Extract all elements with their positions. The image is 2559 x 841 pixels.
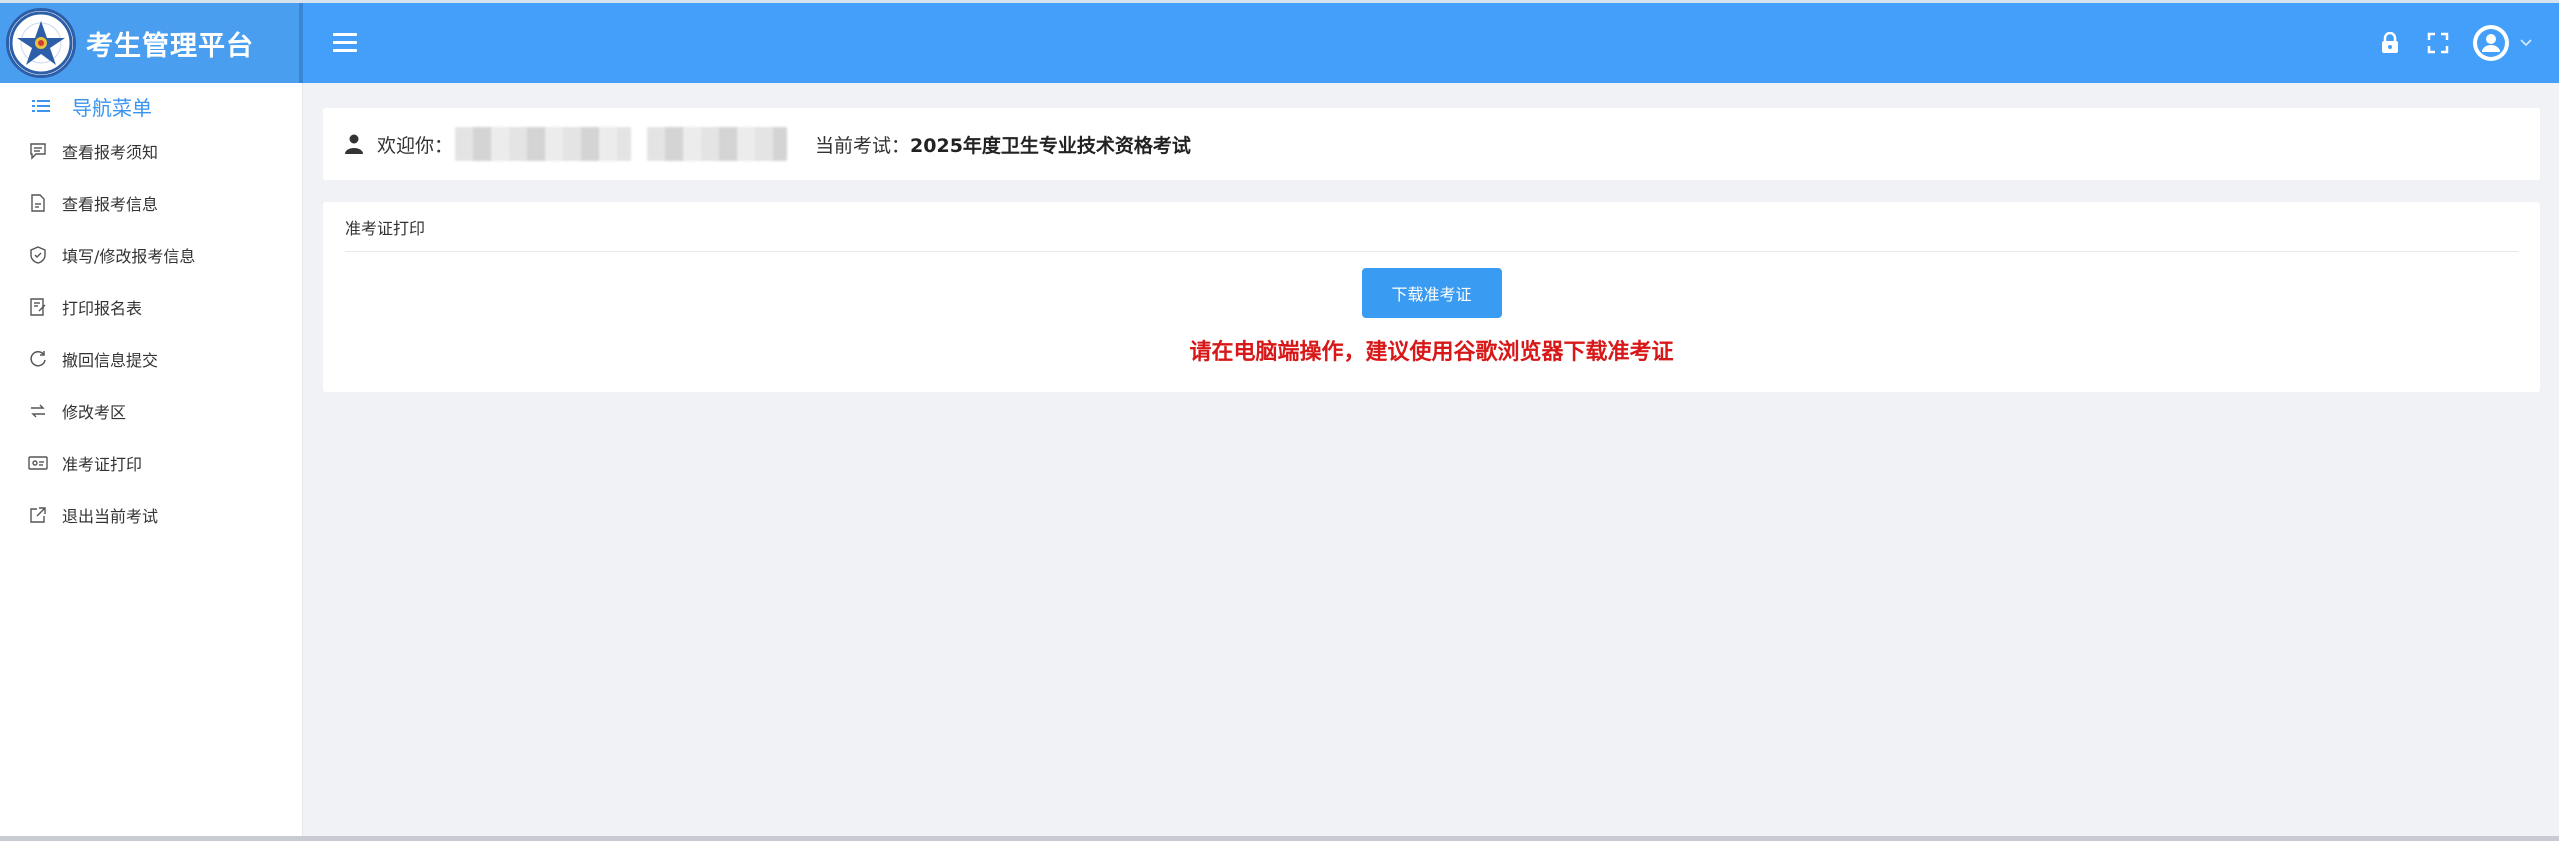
lock-icon[interactable] xyxy=(2377,30,2403,56)
header-actions xyxy=(2377,3,2533,83)
message-icon xyxy=(28,141,48,161)
list-icon xyxy=(32,94,52,118)
refresh-icon xyxy=(28,349,48,369)
current-exam-label: 当前考试： xyxy=(815,134,911,157)
sidebar-item-label: 查看报考信息 xyxy=(62,195,159,214)
sidebar-item-label: 查看报考须知 xyxy=(62,143,159,162)
sidebar-item-label: 修改考区 xyxy=(62,403,127,422)
user-id-redacted xyxy=(647,127,788,161)
sidebar-item-print-form[interactable]: 打印报名表 xyxy=(0,281,302,333)
app-root: 考生管理平台 导航菜单 查看报考须知 查看报考信息 填写/修改报考信息 打印报名… xyxy=(0,0,2559,841)
switch-icon xyxy=(28,401,48,421)
top-header: 考生管理平台 xyxy=(0,0,2559,83)
greeting-label: 欢迎你： xyxy=(377,134,454,157)
logo xyxy=(6,8,76,78)
nav-title-label: 导航菜单 xyxy=(72,95,152,120)
sidebar-item-view-info[interactable]: 查看报考信息 xyxy=(0,177,302,229)
download-ticket-button[interactable]: 下载准考证 xyxy=(1361,268,1502,318)
sidebar-item-admission-ticket[interactable]: 准考证打印 xyxy=(0,437,302,489)
sidebar-item-label: 退出当前考试 xyxy=(62,507,159,526)
browser-warning: 请在电脑端操作，建议使用谷歌浏览器下载准考证 xyxy=(1189,340,1674,365)
id-card-icon xyxy=(28,453,48,473)
menu-toggle-icon[interactable] xyxy=(333,33,359,53)
sidebar-item-label: 打印报名表 xyxy=(62,299,143,318)
nav-title: 导航菜单 xyxy=(0,87,302,125)
sidebar-item-withdraw[interactable]: 撤回信息提交 xyxy=(0,333,302,385)
user-avatar-icon[interactable] xyxy=(2473,25,2509,61)
sidebar-item-label: 填写/修改报考信息 xyxy=(62,247,196,266)
document-icon xyxy=(28,193,48,213)
card-title: 准考证打印 xyxy=(345,202,2518,252)
bottom-border xyxy=(0,836,2559,841)
sidebar-item-edit-info[interactable]: 填写/修改报考信息 xyxy=(0,229,302,281)
admission-ticket-card: 准考证打印 下载准考证 请在电脑端操作，建议使用谷歌浏览器下载准考证 xyxy=(323,202,2540,392)
main-content: 欢迎你： 当前考试： 2025年度卫生专业技术资格考试 准考证打印 下载准考证 … xyxy=(323,108,2540,392)
welcome-card: 欢迎你： 当前考试： 2025年度卫生专业技术资格考试 xyxy=(323,108,2540,180)
shield-check-icon xyxy=(28,245,48,265)
sidebar-item-notice[interactable]: 查看报考须知 xyxy=(0,125,302,177)
exit-icon xyxy=(28,505,48,525)
sidebar-item-label: 准考证打印 xyxy=(62,455,143,474)
current-exam-name: 2025年度卫生专业技术资格考试 xyxy=(910,134,1191,157)
brand-title: 考生管理平台 xyxy=(86,30,254,62)
fullscreen-icon[interactable] xyxy=(2425,30,2451,56)
user-name-redacted xyxy=(455,127,632,161)
user-icon xyxy=(345,134,363,154)
sidebar-item-label: 撤回信息提交 xyxy=(62,351,159,370)
sidebar-item-change-area[interactable]: 修改考区 xyxy=(0,385,302,437)
sidebar: 导航菜单 查看报考须知 查看报考信息 填写/修改报考信息 打印报名表 撤回信息提… xyxy=(0,83,303,841)
brand: 考生管理平台 xyxy=(0,3,303,83)
form-icon xyxy=(28,297,48,317)
chevron-down-icon[interactable] xyxy=(2519,30,2533,56)
sidebar-item-exit-exam[interactable]: 退出当前考试 xyxy=(0,489,302,541)
